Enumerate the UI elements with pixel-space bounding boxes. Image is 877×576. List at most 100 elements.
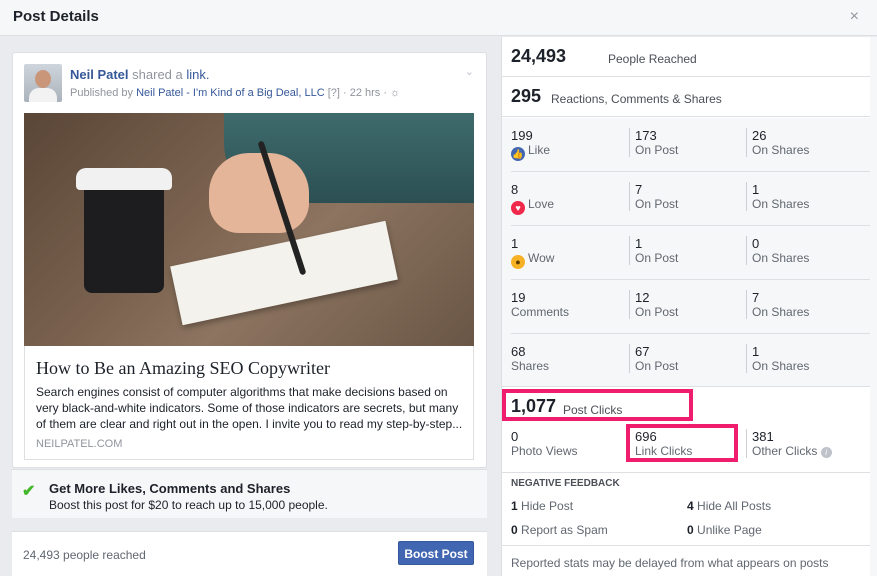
image-cup [84, 183, 164, 293]
love-on-post-count: 7 [635, 182, 643, 197]
post-image[interactable] [24, 113, 474, 346]
people-reached-text: 24,493 people reached [23, 548, 146, 562]
shares-count: 68 [511, 344, 526, 359]
info-icon[interactable]: i [820, 447, 832, 458]
heart-icon: ♥ [511, 201, 525, 215]
row-comments: 19 Comments 12 On Post 7 On Shares [502, 280, 871, 334]
report-spam-count: 0 [511, 523, 518, 537]
like-on-shares-count: 26 [752, 128, 767, 143]
author-name[interactable]: Neil Patel [70, 67, 129, 82]
unlike-page-label: Unlike Page [697, 523, 762, 537]
wow-on-shares-count: 0 [752, 236, 760, 251]
promo-text: Boost this post for $20 to reach up to 1… [49, 498, 328, 512]
other-clicks-count: 381 [752, 429, 774, 444]
like-cell: 199 👍 Like [511, 128, 621, 161]
comments-on-shares-cell: 7 On Shares [746, 290, 856, 319]
reactions-value: 295 [511, 86, 542, 106]
author-line: Neil Patel shared a link. [70, 67, 210, 82]
negative-feedback: NEGATIVE FEEDBACK 1 Hide Post 4 Hide All… [502, 474, 871, 546]
hide-all-stat: 4 Hide All Posts [687, 499, 771, 513]
boost-post-button[interactable]: Boost Post [398, 541, 474, 565]
people-reached-label: People Reached [608, 52, 697, 66]
article-preview[interactable]: How to Be an Amazing SEO Copywriter Sear… [24, 346, 474, 460]
comments-count: 19 [511, 290, 526, 305]
row-shares: 68 Shares 67 On Post 1 On Shares [502, 334, 871, 388]
article-domain: NEILPATEL.COM [36, 438, 123, 450]
unlike-page-stat: 0 Unlike Page [687, 523, 762, 537]
comments-on-shares-count: 7 [752, 290, 760, 305]
other-clicks-label: Other Clicks [752, 444, 818, 458]
shared-text: shared a [132, 67, 183, 82]
reactions-breakdown: 199 👍 Like 173 On Post 26 On Shares 8 ♥ Lo… [502, 118, 871, 387]
image-cup-lid [76, 168, 172, 190]
dialog-header: Post Details × [0, 0, 877, 36]
shares-on-post-count: 67 [635, 344, 650, 359]
like-count: 199 [511, 128, 533, 143]
wow-label: Wow [528, 251, 555, 265]
shares-on-shares-label: On Shares [752, 359, 810, 373]
dialog-edge [870, 37, 877, 576]
like-on-post-label: On Post [635, 143, 679, 157]
boost-bar: 24,493 people reached Boost Post [12, 531, 487, 576]
chevron-down-icon[interactable]: ⌄ [465, 65, 474, 78]
comments-on-post-count: 12 [635, 290, 650, 305]
wow-count: 1 [511, 236, 519, 251]
love-on-post-cell: 7 On Post [629, 182, 739, 211]
wow-on-post-count: 1 [635, 236, 643, 251]
love-label: Love [528, 197, 555, 211]
other-clicks-cell: 381 Other Clicks i [746, 429, 856, 458]
shares-cell: 68 Shares [511, 344, 621, 373]
love-on-shares-label: On Shares [752, 197, 810, 211]
row-wow: 1 ● Wow 1 On Post 0 On Shares [502, 226, 871, 280]
post-details-dialog: Post Details × Neil Patel shared a link.… [0, 0, 877, 576]
like-icon: 👍 [511, 147, 525, 161]
like-on-shares-label: On Shares [752, 143, 810, 157]
promo-title: Get More Likes, Comments and Shares [49, 481, 291, 496]
check-icon: ✔ [22, 483, 36, 500]
comments-on-post-label: On Post [635, 305, 679, 319]
boost-promo: ✔ Get More Likes, Comments and Shares Bo… [12, 469, 487, 518]
photo-views-count: 0 [511, 429, 519, 444]
wow-cell: 1 ● Wow [511, 236, 621, 269]
unlike-page-count: 0 [687, 523, 694, 537]
post-preview-panel: Neil Patel shared a link. Published by N… [0, 37, 500, 576]
image-hand [209, 153, 309, 233]
love-on-post-label: On Post [635, 197, 679, 211]
love-on-shares-cell: 1 On Shares [746, 182, 856, 211]
hide-all-count: 4 [687, 499, 694, 513]
publisher-page-link[interactable]: Neil Patel - I'm Kind of a Big Deal, LLC [136, 87, 325, 99]
hide-post-stat: 1 Hide Post [511, 499, 573, 513]
hide-post-count: 1 [511, 499, 518, 513]
avatar-head [35, 70, 51, 88]
published-by-prefix: Published by [70, 87, 133, 99]
article-description: Search engines consist of computer algor… [36, 385, 463, 431]
people-reached-value: 24,493 [511, 46, 567, 66]
comments-on-post-cell: 12 On Post [629, 290, 739, 319]
avatar-body [29, 88, 57, 102]
shares-on-post-label: On Post [635, 359, 679, 373]
love-count: 8 [511, 182, 519, 197]
report-spam-stat: 0 Report as Spam [511, 523, 608, 537]
close-icon[interactable]: × [850, 8, 859, 26]
article-title[interactable]: How to Be an Amazing SEO Copywriter [36, 358, 330, 379]
shares-on-post-cell: 67 On Post [629, 344, 739, 373]
photo-views-label: Photo Views [511, 444, 578, 458]
dialog-title: Post Details [13, 8, 99, 25]
report-spam-label: Report as Spam [521, 523, 608, 537]
wow-on-shares-label: On Shares [752, 251, 810, 265]
post-clicks-highlight [502, 389, 693, 421]
like-on-post-cell: 173 On Post [629, 128, 739, 157]
wow-icon: ● [511, 255, 525, 269]
stats-panel: 24,493 People Reached 295 Reactions, Com… [501, 37, 871, 576]
shared-link[interactable]: link. [186, 67, 209, 82]
negative-feedback-title: NEGATIVE FEEDBACK [511, 478, 620, 489]
shares-on-shares-cell: 1 On Shares [746, 344, 856, 373]
link-clicks-highlight [626, 424, 738, 462]
hide-post-label: Hide Post [521, 499, 574, 513]
avatar[interactable] [24, 64, 62, 102]
shares-label: Shares [511, 359, 550, 373]
like-on-post-count: 173 [635, 128, 657, 143]
publish-line: Published by Neil Patel - I'm Kind of a … [70, 87, 400, 99]
row-love: 8 ♥ Love 7 On Post 1 On Shares [502, 172, 871, 226]
comments-on-shares-label: On Shares [752, 305, 810, 319]
